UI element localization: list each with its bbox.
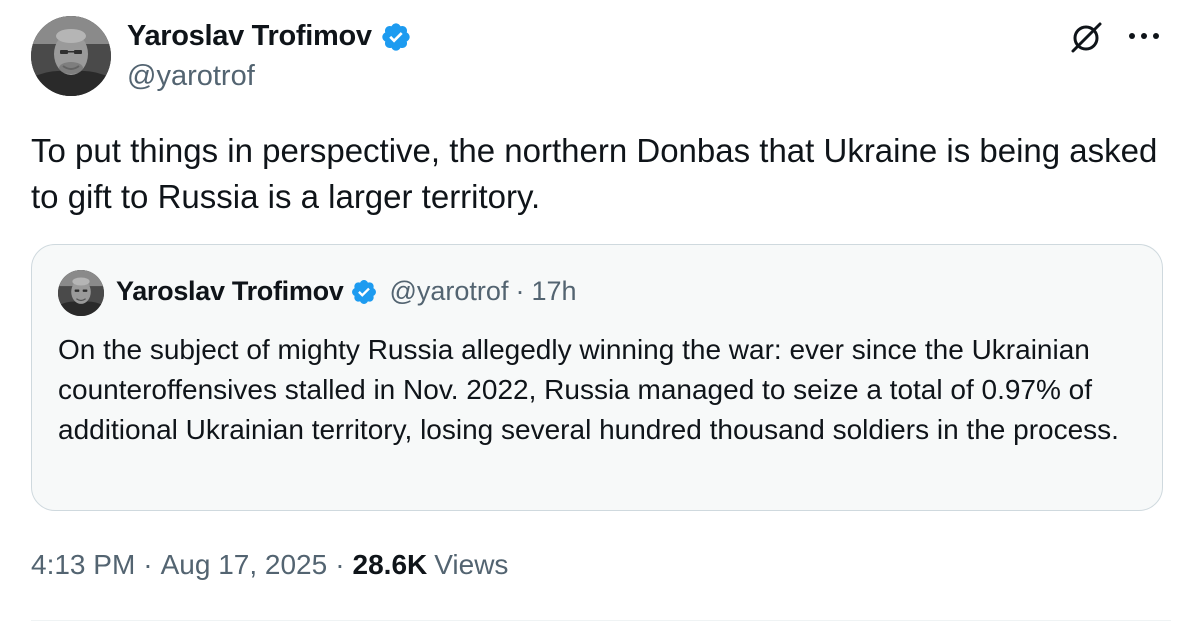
quote-text: On the subject of mighty Russia allegedl… bbox=[58, 334, 1119, 445]
quote-avatar[interactable] bbox=[58, 270, 104, 316]
verified-badge-icon bbox=[351, 279, 376, 304]
tweet-meta: 4:13 PM · Aug 17, 2025 · 28.6K Views bbox=[31, 549, 508, 581]
meta-separator: · bbox=[335, 549, 345, 580]
grok-icon[interactable] bbox=[1067, 17, 1107, 57]
quote-avatar-photo bbox=[58, 270, 104, 316]
quote-separator: · bbox=[515, 276, 525, 306]
quote-timestamp[interactable]: 17h bbox=[531, 276, 576, 307]
views-label: Views bbox=[434, 549, 509, 580]
avatar-photo bbox=[31, 16, 111, 96]
tweet-card: Yaroslav Trofimov @yarotrof To put thing… bbox=[0, 0, 1204, 628]
meta-separator: · bbox=[143, 549, 153, 580]
avatar[interactable] bbox=[31, 16, 111, 96]
views-count: 28.6K bbox=[352, 549, 428, 580]
tweet-text: To put things in perspective, the northe… bbox=[31, 132, 1158, 215]
author-handle[interactable]: @yarotrof bbox=[127, 60, 255, 93]
divider bbox=[31, 620, 1171, 621]
verified-badge-icon bbox=[382, 22, 410, 51]
tweet-date[interactable]: Aug 17, 2025 bbox=[161, 549, 328, 581]
quote-author-name[interactable]: Yaroslav Trofimov bbox=[116, 276, 344, 307]
author-name-row[interactable]: Yaroslav Trofimov bbox=[127, 20, 412, 53]
tweet-time[interactable]: 4:13 PM bbox=[31, 549, 135, 581]
more-icon[interactable] bbox=[1124, 20, 1164, 52]
quote-author-handle[interactable]: @yarotrof bbox=[390, 276, 509, 307]
quote-tweet[interactable]: Yaroslav Trofimov @yarotrof · 17h On the… bbox=[31, 244, 1163, 511]
author-name[interactable]: Yaroslav Trofimov bbox=[127, 20, 372, 53]
quote-header: Yaroslav Trofimov @yarotrof · 17h bbox=[116, 276, 577, 307]
